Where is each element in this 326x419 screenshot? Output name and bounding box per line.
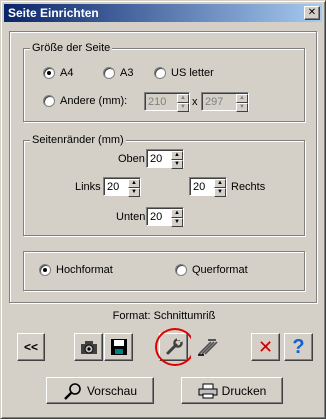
spin-down-icon[interactable]: ▼: [128, 188, 140, 197]
cutter-icon: [197, 339, 218, 356]
spin-down-icon: ▼: [177, 103, 189, 112]
preview-label: Vorschau: [86, 383, 138, 398]
radio-a3-label: A3: [120, 67, 134, 79]
spin-up-icon[interactable]: ▲: [171, 151, 183, 160]
close-button[interactable]: ✕: [304, 6, 320, 20]
floppy-disk-icon: [110, 339, 127, 355]
back-button[interactable]: <<: [17, 333, 45, 361]
magnifier-icon: [64, 382, 81, 400]
margins-group-label: Seitenränder (mm): [30, 134, 126, 146]
margin-left-value[interactable]: 20: [104, 178, 128, 195]
cancel-button[interactable]: ✕: [251, 333, 280, 361]
radio-portrait[interactable]: Hochformat: [39, 264, 113, 276]
radio-a4[interactable]: A4: [43, 67, 73, 79]
radio-a4-label: A4: [60, 67, 74, 79]
radio-portrait-label: Hochformat: [56, 264, 113, 276]
title-bar[interactable]: Seite Einrichten ✕: [4, 4, 322, 22]
margin-left-stepper[interactable]: 20 ▲ ▼: [103, 177, 141, 197]
camera-button[interactable]: [74, 333, 103, 361]
preview-button[interactable]: Vorschau: [46, 377, 154, 404]
margin-bottom-value[interactable]: 20: [147, 208, 171, 225]
radio-a3-indicator[interactable]: [103, 67, 115, 79]
margin-bottom-label: Unten: [116, 211, 146, 223]
page-setup-dialog: Seite Einrichten ✕ Größe der Seite A4 A3…: [0, 0, 326, 419]
radio-us-letter[interactable]: US letter: [154, 67, 214, 79]
radio-a4-indicator[interactable]: [43, 67, 55, 79]
format-status: Format: Schnittumriß: [112, 310, 216, 322]
margin-top-label: Oben: [118, 153, 145, 165]
highlight-ring: [155, 328, 195, 366]
size-times-label: x: [192, 96, 198, 108]
margin-right-label: Rechts: [231, 181, 266, 193]
spin-down-icon: ▼: [236, 103, 248, 112]
margin-bottom-stepper[interactable]: 20 ▲ ▼: [146, 207, 184, 227]
margin-right-value[interactable]: 20: [190, 178, 214, 195]
print-button[interactable]: Drucken: [181, 377, 283, 404]
radio-landscape-indicator[interactable]: [175, 264, 187, 276]
radio-landscape[interactable]: Querformat: [175, 264, 248, 276]
radio-a3[interactable]: A3: [103, 67, 133, 79]
spin-down-icon[interactable]: ▼: [171, 218, 183, 227]
custom-height-stepper: 297 ▲ ▼: [201, 92, 249, 112]
spin-up-icon: ▲: [177, 94, 189, 103]
radio-us-letter-indicator[interactable]: [154, 67, 166, 79]
radio-custom-size[interactable]: Andere (mm):: [43, 95, 127, 107]
spin-up-icon[interactable]: ▲: [214, 179, 226, 188]
printer-icon: [198, 383, 218, 398]
window-title: Seite Einrichten: [8, 6, 99, 20]
camera-icon: [80, 341, 97, 354]
spin-up-icon: ▲: [236, 94, 248, 103]
spin-up-icon[interactable]: ▲: [171, 209, 183, 218]
page-size-group-label: Größe der Seite: [30, 42, 113, 54]
margin-right-stepper[interactable]: 20 ▲ ▼: [189, 177, 227, 197]
radio-landscape-label: Querformat: [192, 264, 248, 276]
custom-width-value: 210: [145, 93, 177, 110]
save-button[interactable]: [104, 333, 133, 361]
margin-left-label: Links: [75, 181, 101, 193]
help-button[interactable]: ?: [284, 333, 313, 361]
spin-down-icon[interactable]: ▼: [214, 188, 226, 197]
radio-custom-size-label: Andere (mm):: [60, 95, 128, 107]
margin-top-value[interactable]: 20: [147, 150, 171, 167]
radio-custom-size-indicator[interactable]: [43, 95, 55, 107]
print-label: Drucken: [221, 383, 267, 398]
spin-down-icon[interactable]: ▼: [171, 160, 183, 169]
cut-outline-button[interactable]: [191, 333, 222, 361]
radio-portrait-indicator[interactable]: [39, 264, 51, 276]
margin-top-stepper[interactable]: 20 ▲ ▼: [146, 149, 184, 169]
custom-height-value: 297: [202, 93, 236, 110]
custom-width-stepper: 210 ▲ ▼: [144, 92, 190, 112]
spin-up-icon[interactable]: ▲: [128, 179, 140, 188]
radio-us-letter-label: US letter: [171, 67, 214, 79]
